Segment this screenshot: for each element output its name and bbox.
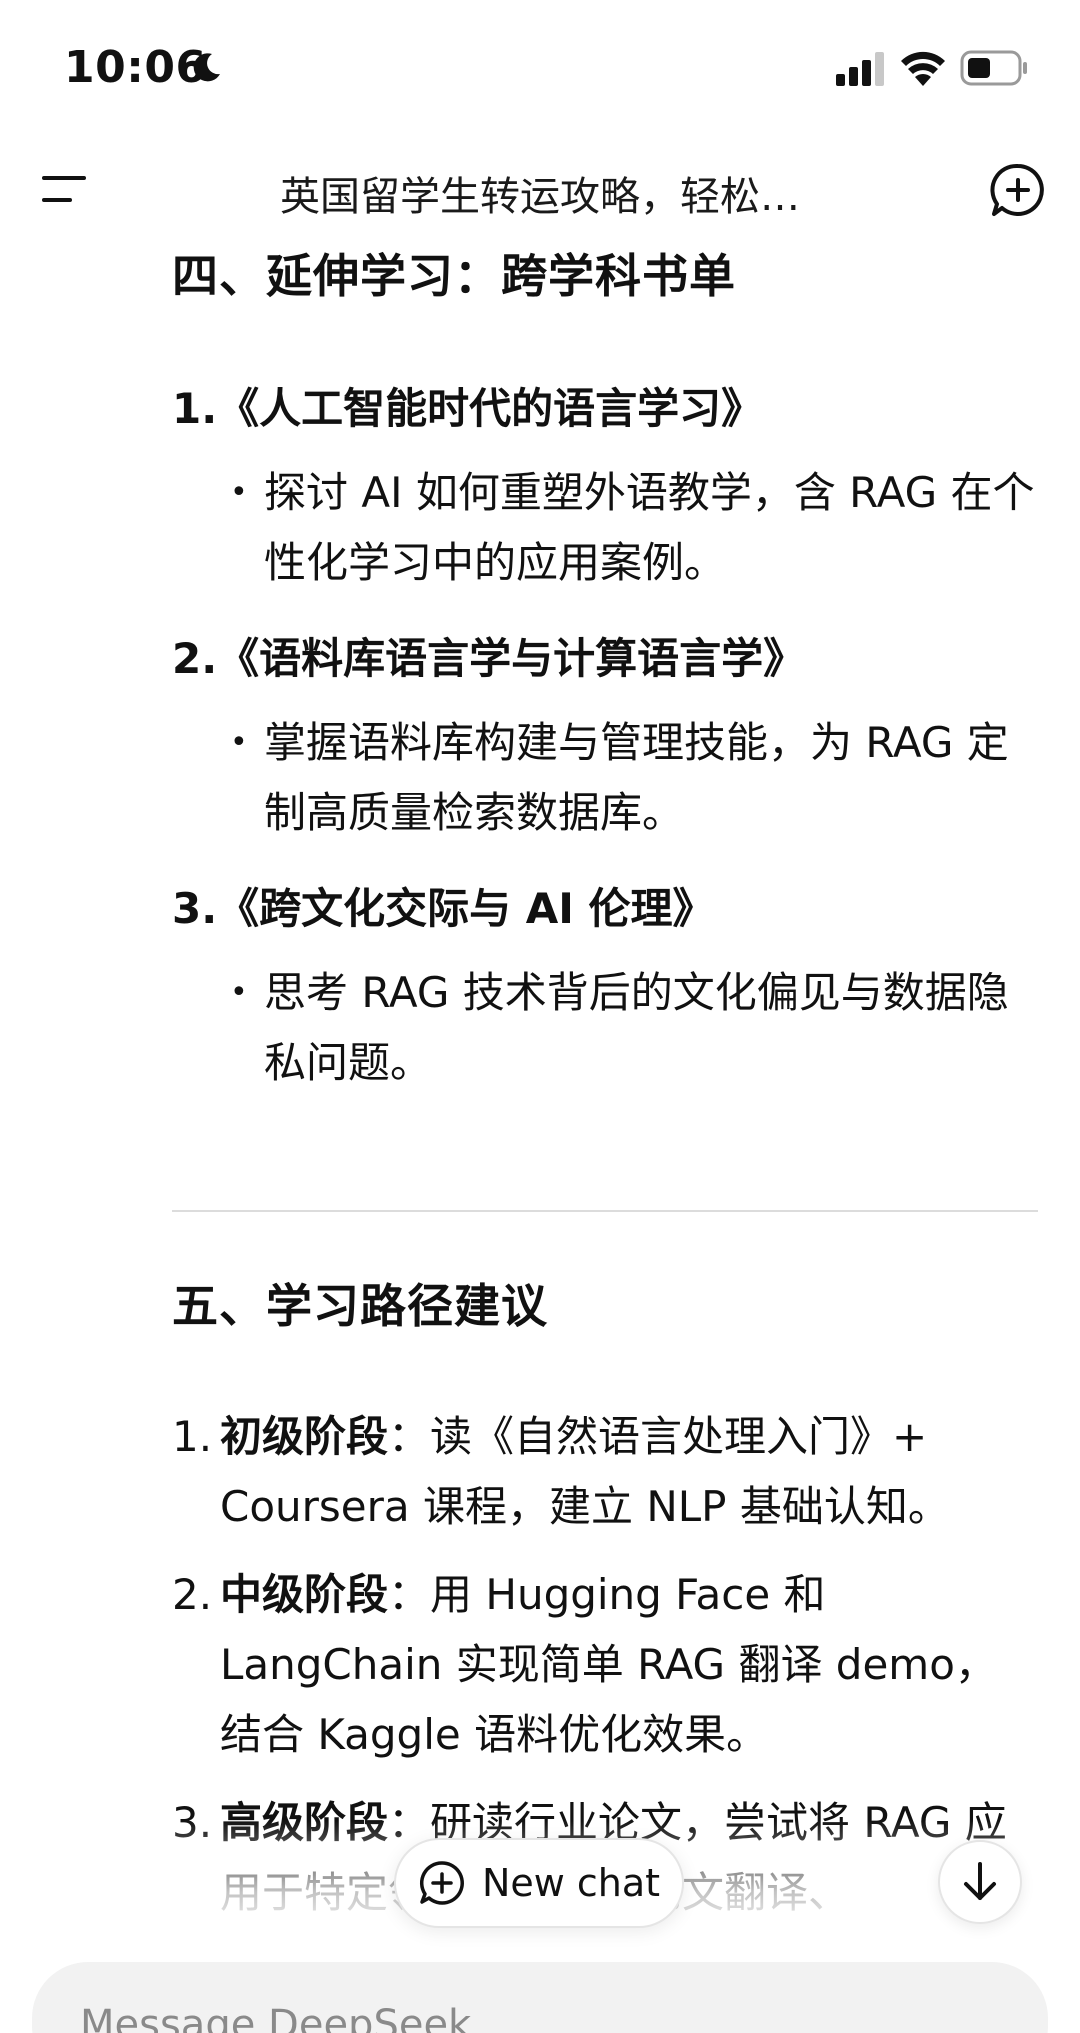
book-description: 掌握语料库构建与管理技能，为 RAG 定制高质量检索数据库。	[230, 708, 1038, 848]
section-title-4: 四、延伸学习：跨学科书单	[172, 249, 736, 303]
section-title-5: 五、学习路径建议	[172, 1279, 548, 1333]
status-bar: 10:06	[0, 0, 1080, 135]
book-title: 3.《跨文化交际与 AI 伦理》	[172, 884, 715, 933]
wifi-icon	[901, 51, 945, 86]
book-title: 2.《语料库语言学与计算语言学》	[172, 634, 806, 683]
section-divider	[172, 1210, 1038, 1212]
chat-header: 英国留学生转运攻略，轻松…	[0, 140, 1080, 240]
new-chat-label: New chat	[481, 1861, 661, 1905]
message-input[interactable]	[80, 2002, 980, 2033]
signal-icon	[836, 52, 884, 86]
step-label: 初级阶段	[220, 1412, 389, 1461]
status-time: 10:06	[64, 42, 207, 93]
path-step: 2. 中级阶段：用 Hugging Face 和 LangChain 实现简单 …	[172, 1560, 1038, 1770]
book-description: 思考 RAG 技术背后的文化偏见与数据隐私问题。	[230, 958, 1038, 1098]
new-chat-button[interactable]: New chat	[394, 1838, 684, 1928]
path-step: 1. 初级阶段：读《自然语言处理入门》+ Coursera 课程，建立 NLP …	[172, 1402, 1038, 1542]
step-label: 中级阶段	[220, 1570, 389, 1619]
arrow-down-icon	[964, 1862, 996, 1900]
step-number: 1.	[172, 1412, 213, 1461]
battery-icon	[960, 50, 1027, 86]
book-description: 探讨 AI 如何重塑外语教学，含 RAG 在个性化学习中的应用案例。	[230, 458, 1038, 598]
chat-title[interactable]: 英国留学生转运攻略，轻松…	[200, 164, 880, 222]
moon-icon	[193, 53, 220, 82]
menu-icon[interactable]	[40, 170, 90, 210]
step-number: 2.	[172, 1570, 213, 1619]
scroll-to-bottom-button[interactable]	[938, 1840, 1022, 1924]
new-chat-compose-icon[interactable]	[988, 160, 1048, 220]
plus-circle-icon	[419, 1861, 464, 1905]
book-title: 1.《人工智能时代的语言学习》	[172, 384, 764, 433]
screen: 10:06 英国留学生转运攻略，轻松… 四、延伸学习：跨学科书单 1.《人工智能…	[0, 0, 1080, 2033]
message-composer[interactable]	[32, 1962, 1048, 2033]
